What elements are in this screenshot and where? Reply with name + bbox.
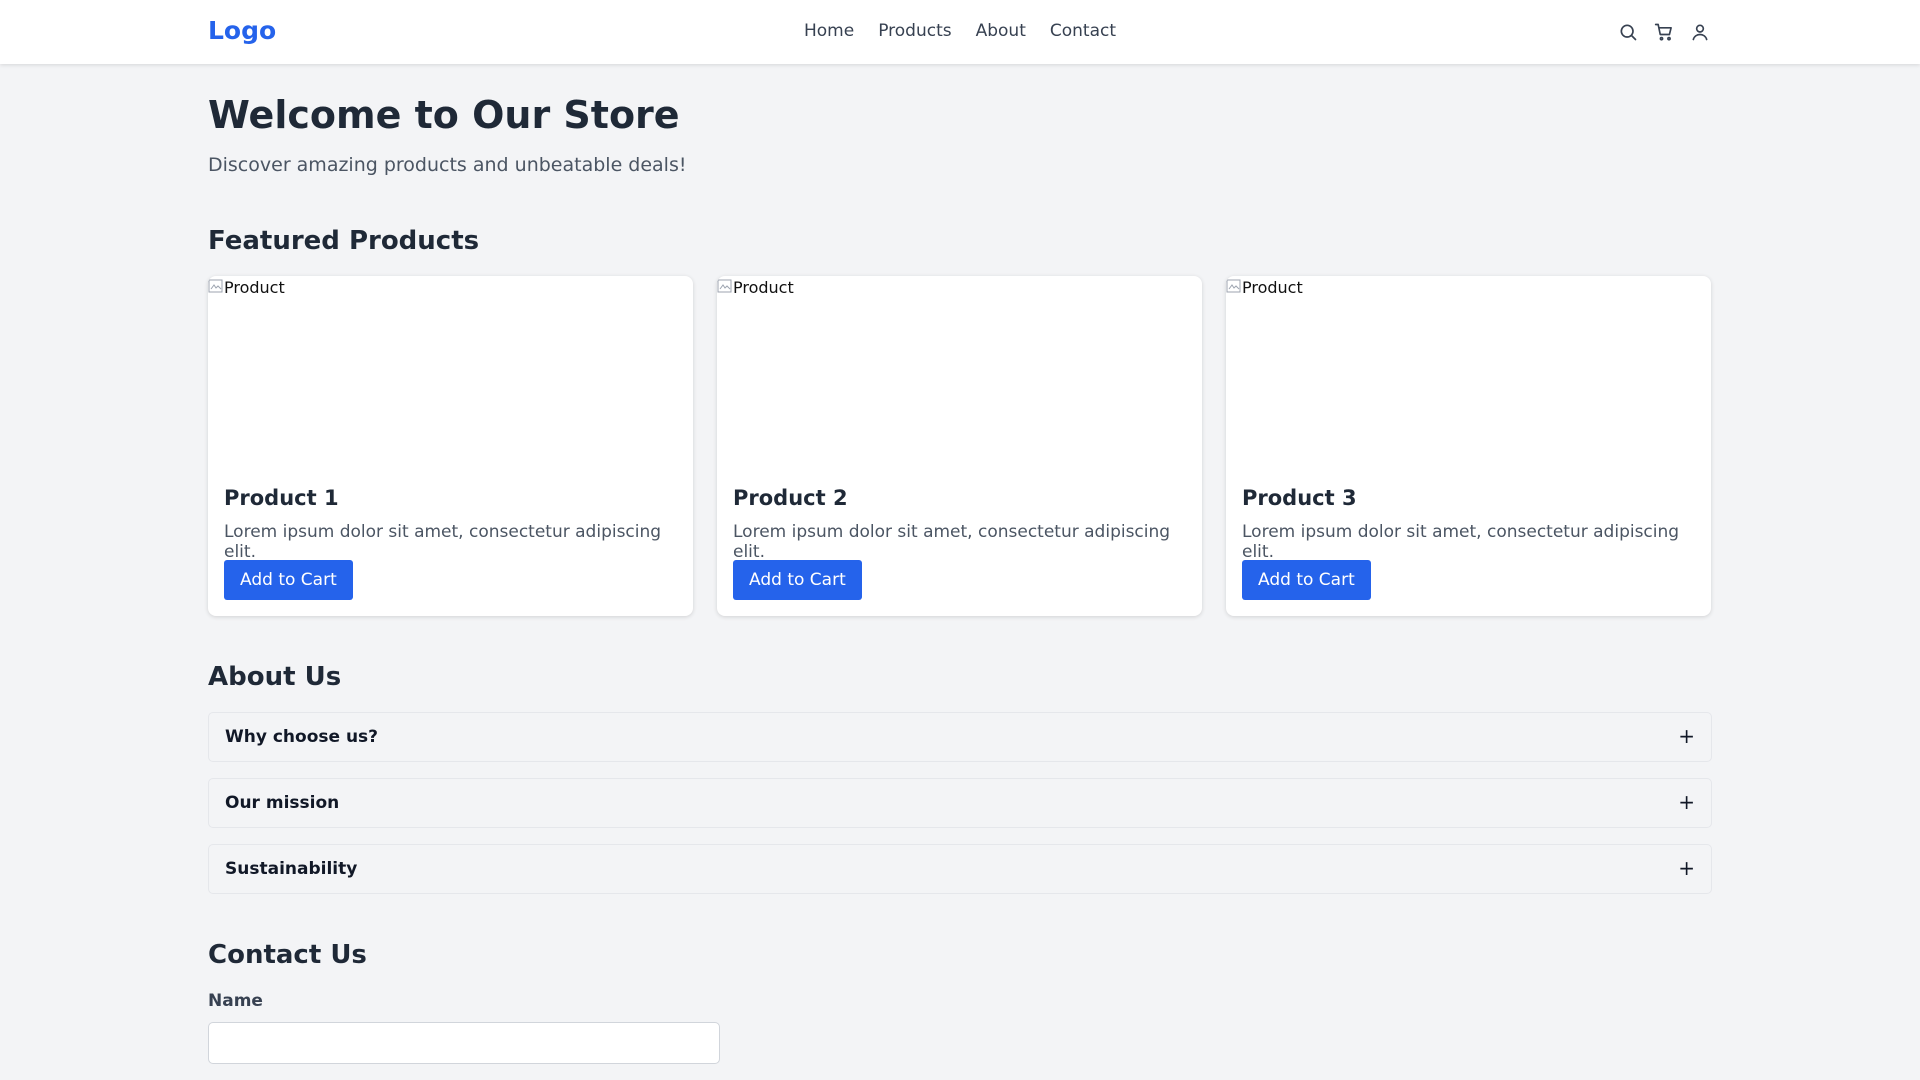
nav-home[interactable]: Home bbox=[804, 21, 854, 41]
product-description: Lorem ipsum dolor sit amet, consectetur … bbox=[733, 522, 1171, 562]
featured-title: Featured Products bbox=[208, 226, 480, 256]
name-label: Name bbox=[208, 991, 263, 1011]
product-image: Product bbox=[1226, 276, 1711, 476]
product-image-alt: Product bbox=[733, 278, 794, 297]
add-to-cart-button[interactable]: Add to Cart bbox=[224, 560, 353, 600]
contact-title: Contact Us bbox=[208, 940, 367, 970]
plus-icon[interactable]: + bbox=[1678, 856, 1695, 880]
nav-contact[interactable]: Contact bbox=[1050, 21, 1116, 41]
product-card: Product Product 1 Lorem ipsum dolor sit … bbox=[208, 276, 693, 616]
product-name: Product 1 bbox=[224, 486, 339, 510]
nav-products[interactable]: Products bbox=[878, 21, 951, 41]
product-image-alt: Product bbox=[1242, 278, 1303, 297]
search-icon[interactable] bbox=[1616, 20, 1640, 44]
accordion-label: Sustainability bbox=[225, 859, 358, 879]
broken-image-icon bbox=[1226, 279, 1241, 293]
cart-icon[interactable] bbox=[1652, 20, 1676, 44]
product-card: Product Product 2 Lorem ipsum dolor sit … bbox=[717, 276, 1202, 616]
user-icon[interactable] bbox=[1688, 20, 1712, 44]
product-image-alt: Product bbox=[224, 278, 285, 297]
accordion-label: Why choose us? bbox=[225, 727, 379, 747]
broken-image-icon bbox=[717, 279, 732, 293]
accordion-our-mission[interactable]: Our mission + bbox=[208, 778, 1712, 828]
product-image: Product bbox=[208, 276, 693, 476]
product-grid: Product Product 1 Lorem ipsum dolor sit … bbox=[208, 276, 1712, 616]
broken-image-icon bbox=[208, 279, 223, 293]
about-title: About Us bbox=[208, 662, 342, 692]
product-description: Lorem ipsum dolor sit amet, consectetur … bbox=[224, 522, 662, 562]
product-name: Product 3 bbox=[1242, 486, 1357, 510]
add-to-cart-button[interactable]: Add to Cart bbox=[1242, 560, 1371, 600]
product-name: Product 2 bbox=[733, 486, 848, 510]
product-description: Lorem ipsum dolor sit amet, consectetur … bbox=[1242, 522, 1680, 562]
add-to-cart-button[interactable]: Add to Cart bbox=[733, 560, 862, 600]
product-image: Product bbox=[717, 276, 1202, 476]
name-field[interactable] bbox=[208, 1022, 720, 1064]
hero-subtitle: Discover amazing products and unbeatable… bbox=[208, 154, 687, 176]
plus-icon[interactable]: + bbox=[1678, 724, 1695, 748]
site-header: Logo Home Products About Contact bbox=[0, 0, 1920, 64]
accordion-sustainability[interactable]: Sustainability + bbox=[208, 844, 1712, 894]
plus-icon[interactable]: + bbox=[1678, 790, 1695, 814]
page-title: Welcome to Our Store bbox=[208, 93, 680, 137]
accordion-why-choose-us[interactable]: Why choose us? + bbox=[208, 712, 1712, 762]
nav-about[interactable]: About bbox=[976, 21, 1026, 41]
product-card: Product Product 3 Lorem ipsum dolor sit … bbox=[1226, 276, 1711, 616]
header-actions bbox=[1616, 20, 1712, 44]
accordion-label: Our mission bbox=[225, 793, 340, 813]
